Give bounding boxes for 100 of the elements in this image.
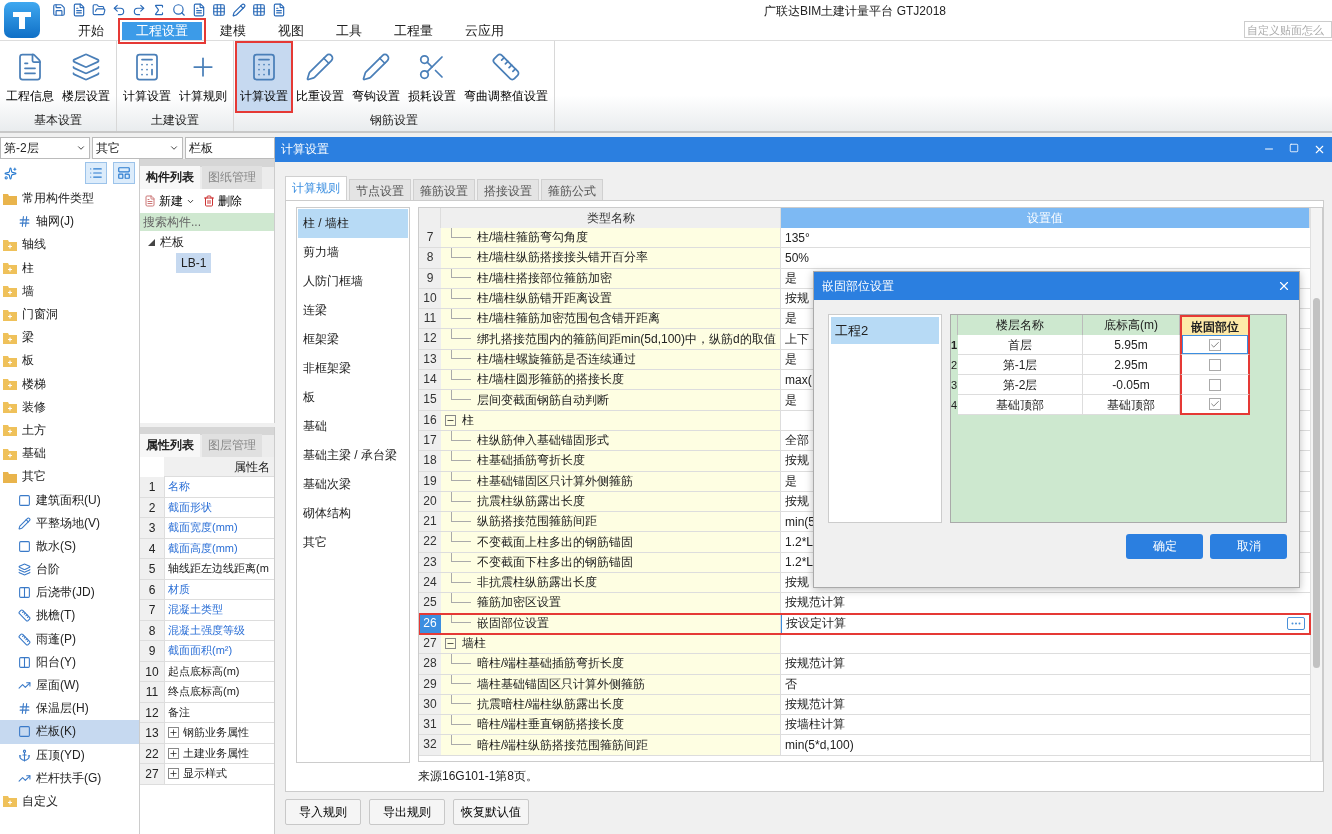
expand-icon[interactable] [168,727,179,739]
category-item[interactable]: 剪力墙 [298,238,408,267]
collapse-icon[interactable] [445,638,456,650]
tree-item[interactable]: 雨蓬(P) [0,627,139,651]
filter-dropdown[interactable]: 栏板 [184,137,275,159]
ribbon-button[interactable]: 损耗设置 [405,43,459,111]
tree-item[interactable]: 散水(S) [0,534,139,558]
ribbon-button[interactable]: 计算规则 [176,43,230,111]
sigma-icon[interactable] [152,3,166,17]
menu-tab[interactable]: 云应用 [451,22,518,40]
sparkle-icon[interactable] [4,166,17,180]
pencil-icon[interactable] [232,3,246,17]
filter-dropdown[interactable]: 第-2层 [0,137,91,159]
menu-tab[interactable]: 视图 [264,22,318,40]
category-item[interactable]: 板 [298,383,408,412]
menu-tab[interactable]: 建模 [206,22,260,40]
footer-button[interactable]: 导入规则 [285,799,361,825]
tree-node[interactable]: LB-1 [176,253,212,273]
list-view-button[interactable] [85,162,107,184]
ribbon-button[interactable]: 计算设置 [237,43,291,111]
menu-tab[interactable]: 工程量 [380,22,447,40]
checkbox[interactable] [1209,398,1221,410]
tree-item[interactable]: 柱 [0,256,139,280]
tree-item[interactable]: 栏板(K) [0,720,139,744]
category-item[interactable]: 连梁 [298,296,408,325]
search-field[interactable]: 搜索构件... [140,213,274,231]
tree-item[interactable]: 自定义 [0,789,139,814]
new-button[interactable]: 新建 [144,192,195,210]
help-search-field[interactable]: 自定义贴面怎么 [1244,21,1332,38]
tree-item[interactable]: 梁 [0,326,139,350]
tree-item[interactable]: 台阶 [0,558,139,582]
checkbox[interactable] [1209,378,1221,391]
menu-tab[interactable]: 工具 [322,22,376,40]
ok-button[interactable]: 确定 [1126,534,1203,559]
tree-item[interactable]: 装修 [0,395,139,419]
settings-tab[interactable]: 计算规则 [285,176,347,200]
panel-tab[interactable]: 属性列表 [140,434,200,457]
tree-item[interactable]: 土方 [0,418,139,443]
tree-item[interactable]: 楼梯 [0,372,139,396]
ribbon-button[interactable]: 弯钩设置 [349,43,403,111]
scrollbar[interactable] [1310,208,1322,761]
tree-item[interactable]: 轴线 [0,233,139,257]
category-item[interactable]: 框架梁 [298,325,408,354]
panel-view-button[interactable] [113,162,135,184]
ribbon-button[interactable]: 比重设置 [293,43,347,111]
settings-tab[interactable]: 箍筋公式 [541,179,603,200]
project-item[interactable]: 工程2 [831,317,939,344]
tree-item[interactable]: 轴网(J) [0,210,139,234]
tree-item[interactable]: 常用构件类型 [0,187,139,211]
tree-item[interactable]: 其它 [0,465,139,489]
category-item[interactable]: 砌体结构 [298,499,408,528]
expand-icon[interactable] [168,768,179,780]
new-file-icon[interactable] [72,3,86,17]
footer-button[interactable]: 恢复默认值 [453,799,529,825]
filter-dropdown[interactable]: 其它 [92,137,183,159]
checkbox[interactable] [1209,338,1221,351]
close-button[interactable] [1277,279,1291,293]
category-item[interactable]: 基础主梁 / 承台梁 [298,441,408,470]
undo-icon[interactable] [112,3,126,17]
settings-tab[interactable]: 搭接设置 [477,179,539,200]
expand-triangle-icon[interactable] [148,238,155,246]
tree-item[interactable]: 保温层(H) [0,697,139,721]
ellipsis-button[interactable] [1287,617,1305,631]
close-button[interactable] [1313,143,1326,156]
app-logo[interactable] [4,2,40,38]
tree-item[interactable]: 后浇带(JD) [0,581,139,605]
tree-item[interactable]: 门窗洞 [0,302,139,327]
checkbox[interactable] [1209,358,1221,371]
tree-item[interactable]: 栏杆扶手(G) [0,766,139,790]
redo-icon[interactable] [132,3,146,17]
category-item[interactable]: 非框架梁 [298,354,408,383]
settings-tab[interactable]: 节点设置 [349,179,411,200]
category-item[interactable]: 其它 [298,528,408,557]
footer-button[interactable]: 导出规则 [369,799,445,825]
tree-item[interactable]: 阳台(Y) [0,650,139,674]
file-icon[interactable] [272,3,286,17]
category-item[interactable]: 人防门框墙 [298,267,408,296]
category-item[interactable]: 基础 [298,412,408,441]
category-item[interactable]: 柱 / 墙柱 [298,209,408,238]
panel-tab[interactable]: 构件列表 [140,166,200,189]
save-icon[interactable] [52,3,66,17]
tree-item[interactable]: 基础 [0,442,139,466]
settings-tab[interactable]: 箍筋设置 [413,179,475,200]
tree-item[interactable]: 平整场地(V) [0,511,139,535]
tree-item[interactable]: 压顶(YD) [0,743,139,767]
grid-icon[interactable] [252,3,266,17]
tree-item[interactable]: 板 [0,349,139,373]
delete-button[interactable]: 删除 [203,192,242,210]
ribbon-button[interactable]: 弯曲调整值设置 [461,43,551,111]
tree-item[interactable]: 屋面(W) [0,673,139,698]
ribbon-button[interactable]: 楼层设置 [59,43,113,111]
ribbon-button[interactable]: 计算设置 [120,43,174,111]
tree-item[interactable]: 挑檐(T) [0,604,139,628]
category-item[interactable]: 基础次梁 [298,470,408,499]
grid-icon[interactable] [212,3,226,17]
report-icon[interactable] [192,3,206,17]
open-folder-icon[interactable] [92,3,106,17]
tree-item[interactable]: 建筑面积(U) [0,488,139,512]
tree-node[interactable]: 栏板 [148,233,266,251]
tree-item[interactable]: 墙 [0,279,139,303]
